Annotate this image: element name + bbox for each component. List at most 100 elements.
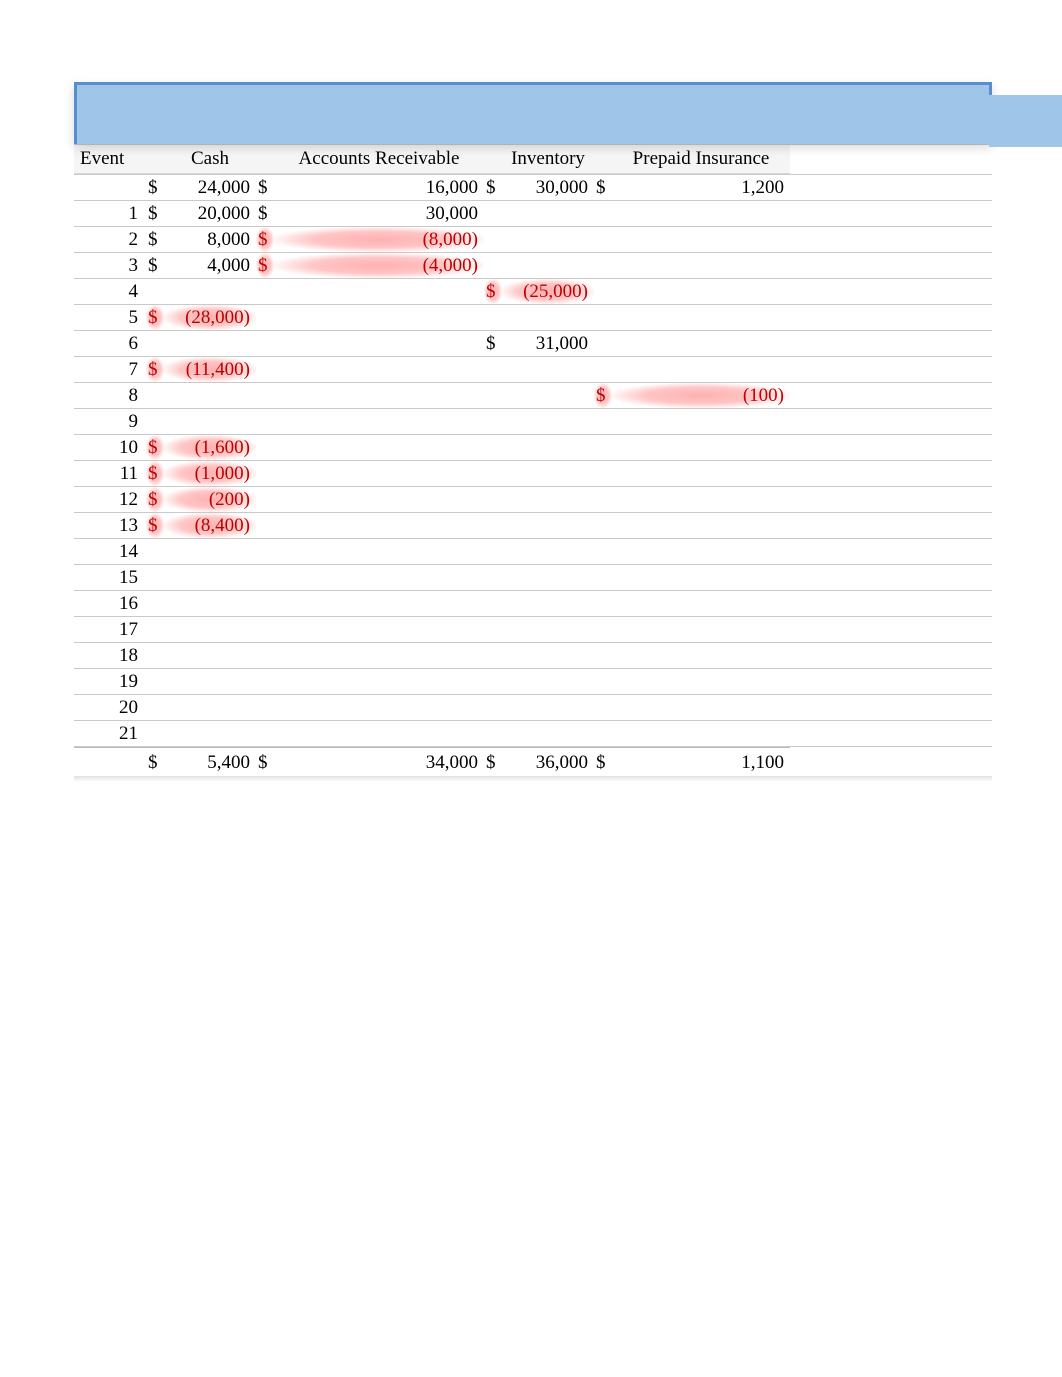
pre-currency	[594, 461, 612, 486]
inv-currency	[484, 201, 502, 226]
inv-value	[502, 669, 594, 694]
cash-currency	[146, 383, 164, 408]
event-number: 7	[74, 357, 146, 382]
totals-cash-cur: $	[146, 747, 164, 776]
pre-value	[612, 253, 790, 278]
event-number: 18	[74, 643, 146, 668]
pre-value	[612, 539, 790, 564]
table-row: 10$(1,600)	[74, 434, 992, 460]
cash-currency: $	[146, 461, 164, 486]
pre-currency	[594, 669, 612, 694]
cash-value: (11,400)	[164, 357, 256, 382]
ar-value	[274, 383, 484, 408]
ar-value	[274, 487, 484, 512]
inv-value: (25,000)	[502, 279, 594, 304]
cash-currency	[146, 643, 164, 668]
pre-value	[612, 643, 790, 668]
cash-currency: $	[146, 513, 164, 538]
pre-value	[612, 279, 790, 304]
totals-pre-cur: $	[594, 747, 612, 776]
ar-currency	[256, 331, 274, 356]
event-number: 21	[74, 721, 146, 746]
table-row: 1$20,000$30,000	[74, 200, 992, 226]
col-cash-cur	[146, 145, 164, 174]
opening-event	[74, 175, 146, 200]
inv-currency	[484, 721, 502, 746]
pre-currency	[594, 591, 612, 616]
inv-currency	[484, 487, 502, 512]
totals-cash: 5,400	[164, 747, 256, 776]
ar-currency: $	[256, 201, 274, 226]
inv-currency	[484, 383, 502, 408]
pre-currency: $	[594, 383, 612, 408]
totals-inv-cur: $	[484, 747, 502, 776]
pre-currency	[594, 305, 612, 330]
table-row: 15	[74, 564, 992, 590]
ar-currency	[256, 591, 274, 616]
event-number: 3	[74, 253, 146, 278]
inv-currency	[484, 435, 502, 460]
pre-value	[612, 461, 790, 486]
pre-value	[612, 695, 790, 720]
cash-currency	[146, 591, 164, 616]
pre-currency	[594, 643, 612, 668]
table-row: 19	[74, 668, 992, 694]
cash-value: 8,000	[164, 227, 256, 252]
ar-currency	[256, 357, 274, 382]
cash-value	[164, 695, 256, 720]
inv-value	[502, 565, 594, 590]
ar-value	[274, 513, 484, 538]
opening-row: $ 24,000 $ 16,000 $ 30,000 $ 1,200	[74, 174, 992, 200]
event-number: 14	[74, 539, 146, 564]
ar-value	[274, 331, 484, 356]
totals-ar-cur: $	[256, 747, 274, 776]
col-cash: Cash	[164, 145, 256, 174]
table-row: 5$(28,000)	[74, 304, 992, 330]
inv-value	[502, 643, 594, 668]
opening-inv: 30,000	[502, 175, 594, 200]
cash-currency	[146, 331, 164, 356]
opening-inv-cur: $	[484, 175, 502, 200]
inv-currency	[484, 227, 502, 252]
event-number: 19	[74, 669, 146, 694]
event-number: 15	[74, 565, 146, 590]
cash-value: (8,400)	[164, 513, 256, 538]
table-row: 17	[74, 616, 992, 642]
totals-event	[74, 747, 146, 776]
pre-currency	[594, 513, 612, 538]
cash-value	[164, 331, 256, 356]
ar-currency	[256, 669, 274, 694]
ar-value	[274, 617, 484, 642]
ar-value	[274, 721, 484, 746]
ar-value	[274, 357, 484, 382]
table-row: 13$(8,400)	[74, 512, 992, 538]
inv-currency	[484, 461, 502, 486]
pre-currency	[594, 409, 612, 434]
inv-value	[502, 357, 594, 382]
col-ar-cur	[256, 145, 274, 174]
cash-currency	[146, 279, 164, 304]
ledger-sheet: Event Cash Accounts Receivable Inventory…	[74, 82, 992, 782]
inv-currency	[484, 591, 502, 616]
ar-currency	[256, 695, 274, 720]
totals-row: $ 5,400 $ 34,000 $ 36,000 $ 1,100	[74, 746, 992, 776]
totals-ar: 34,000	[274, 747, 484, 776]
inv-value	[502, 409, 594, 434]
inv-value	[502, 539, 594, 564]
pre-value	[612, 201, 790, 226]
table-row: 20	[74, 694, 992, 720]
event-number: 10	[74, 435, 146, 460]
cash-value	[164, 409, 256, 434]
opening-cash-cur: $	[146, 175, 164, 200]
col-pre: Prepaid Insurance	[612, 145, 790, 174]
pre-value	[612, 591, 790, 616]
event-number: 13	[74, 513, 146, 538]
col-inv-cur	[484, 145, 502, 174]
event-number: 17	[74, 617, 146, 642]
cash-value	[164, 643, 256, 668]
inv-value	[502, 461, 594, 486]
cash-currency: $	[146, 253, 164, 278]
ar-value	[274, 409, 484, 434]
ar-currency	[256, 305, 274, 330]
event-number: 12	[74, 487, 146, 512]
